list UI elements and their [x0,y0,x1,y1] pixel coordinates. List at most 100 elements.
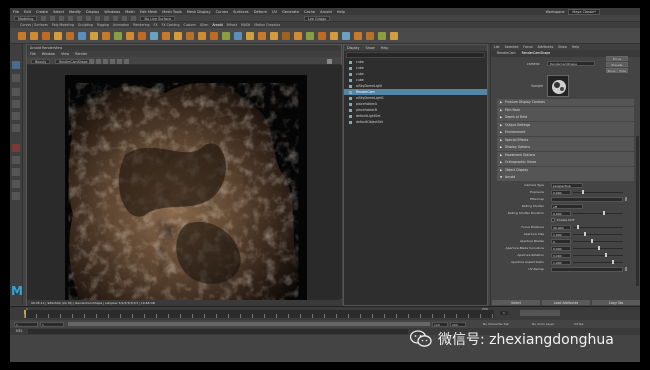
attribute-dropdown[interactable]: perspective [551,182,583,188]
refresh-icon[interactable] [103,58,108,64]
attribute-slider[interactable] [573,233,623,235]
menu-curves[interactable]: Curves [216,10,228,14]
ae-tab-rendercamshape[interactable]: RenderCamShape [522,50,551,57]
outliner-item[interactable]: defaultObjectSet [344,119,487,125]
attribute-slider[interactable] [573,212,623,214]
shelf-tool-icon[interactable] [270,32,278,40]
ae-menu-show[interactable]: Show [558,44,567,50]
attribute-value-field[interactable]: 30.000 [551,224,571,230]
menu-edit[interactable]: Edit [24,10,31,14]
slider-knob[interactable] [603,211,605,215]
shelf-tool-icon[interactable] [318,32,326,40]
live-surface-dropdown[interactable]: No Live Surface [140,15,176,21]
shelf-tool-icon[interactable] [282,32,290,40]
attribute-section-header[interactable]: ▶ Object Display [497,166,634,174]
menu-arnold[interactable]: Arnold [320,10,332,14]
menu-cache[interactable]: Cache [304,10,315,14]
shelf-tool-icon[interactable] [294,32,302,40]
shelf-tool-icon[interactable] [306,32,314,40]
shelf-tool-icon[interactable] [42,32,50,40]
shelf-tool-icon[interactable] [18,32,26,40]
snap-grid-icon[interactable] [86,15,92,21]
presets-button[interactable]: Presets [606,62,628,67]
scale-tool-icon[interactable] [12,124,20,132]
attribute-value-field[interactable]: 1.000 [551,259,571,265]
shelf-tool-icon[interactable] [246,32,254,40]
shelf-tab-fx[interactable]: FX [154,23,158,27]
render-frame-icon[interactable] [113,15,119,21]
shelf-tool-icon[interactable] [366,32,374,40]
ae-menu-help[interactable]: Help [572,44,579,50]
playback-start-field[interactable]: 1 [40,321,64,327]
attribute-value-field[interactable]: 0.000 [551,189,571,195]
render-play-icon[interactable] [89,58,94,64]
ae-copy-tab-button[interactable]: Copy Tab [591,299,640,306]
single-view-icon[interactable] [12,156,20,164]
redo-icon[interactable] [77,15,83,21]
ae-tab-rendercam[interactable]: RenderCam [497,50,516,57]
enable-dof-checkbox[interactable] [551,218,555,222]
outliner-menu-help[interactable]: Help [381,45,389,51]
persp-outliner-icon[interactable] [12,180,20,188]
login-button[interactable]: Lee Griggs [304,16,331,21]
attribute-dropdown[interactable]: off [551,203,583,209]
shelf-tool-icon[interactable] [378,32,386,40]
menuset-dropdown[interactable]: Modeling [14,15,38,21]
shelf-tool-icon[interactable] [342,32,350,40]
slider-knob[interactable] [591,239,593,243]
save-scene-icon[interactable] [59,15,65,21]
shelf-tool-icon[interactable] [258,32,266,40]
render-settings-icon[interactable] [131,15,137,21]
layout-icon[interactable] [12,192,20,200]
attribute-value-field[interactable]: 0.000 [551,245,571,251]
outliner-menu-show[interactable]: Show [366,45,375,51]
attribute-slider[interactable] [573,191,623,193]
command-language-label[interactable]: MEL [16,329,23,333]
shelf-tool-icon[interactable] [222,32,230,40]
attribute-map-field[interactable] [551,266,623,272]
menu-mesh-tools[interactable]: Mesh Tools [162,10,181,14]
color-channel-icon[interactable] [124,58,129,64]
shelf-tab-arnold[interactable]: Arnold [212,23,222,27]
attribute-section-header[interactable]: ▶ Output Settings [497,121,634,129]
camera-dropdown[interactable]: RenderCamShape [55,58,92,64]
attribute-slider[interactable] [573,226,623,228]
attribute-section-header[interactable]: ▶ Environment [497,129,634,136]
ae-select-button[interactable]: Select [491,299,541,306]
attribute-map-field[interactable] [551,196,623,202]
shelf-tool-icon[interactable] [114,32,122,40]
shelf-tab-rigging[interactable]: Rigging [97,23,109,27]
menu-create[interactable]: Create [36,10,48,14]
shelf-tab-sculpting[interactable]: Sculpting [78,23,93,27]
undo-icon[interactable] [68,15,74,21]
menu-mesh[interactable]: Mesh [125,10,134,14]
attribute-value-field[interactable]: 0.000 [551,252,571,258]
shelf-tool-icon[interactable] [186,32,194,40]
snapshot-icon[interactable] [117,58,122,64]
menu-surfaces[interactable]: Surfaces [233,10,249,14]
stop-render-icon[interactable] [96,58,101,64]
move-tool-icon[interactable] [12,100,20,108]
snap-point-icon[interactable] [104,15,110,21]
shelf-tool-icon[interactable] [330,32,338,40]
time-slider-track[interactable] [24,310,494,318]
shelf-tab-poly-modeling[interactable]: Poly Modeling [52,23,74,27]
select-tool-icon[interactable] [12,61,20,69]
camera-node-field[interactable]: RenderCamShape [547,61,595,66]
playback-range-bar[interactable] [68,322,430,326]
open-scene-icon[interactable] [50,15,56,21]
attribute-section-header[interactable]: ▶ Movement Options [497,151,634,159]
shelf-tool-icon[interactable] [210,32,218,40]
attribute-value-field[interactable]: 0 [551,238,571,244]
render-region-icon[interactable] [12,144,20,152]
menu-display[interactable]: Display [86,10,99,14]
shelf-tab-motion-graphics[interactable]: Motion Graphics [254,23,280,27]
slider-knob[interactable] [612,260,614,264]
anim-start-field[interactable]: 1 [14,321,38,327]
lasso-tool-icon[interactable] [12,74,20,82]
paint-select-icon[interactable] [12,88,20,96]
menu-deform[interactable]: Deform [254,10,267,14]
display-mode-dropdown[interactable]: Beauty [31,58,51,64]
shelf-tool-icon[interactable] [174,32,182,40]
attribute-editor-scrollbar[interactable] [636,136,639,286]
